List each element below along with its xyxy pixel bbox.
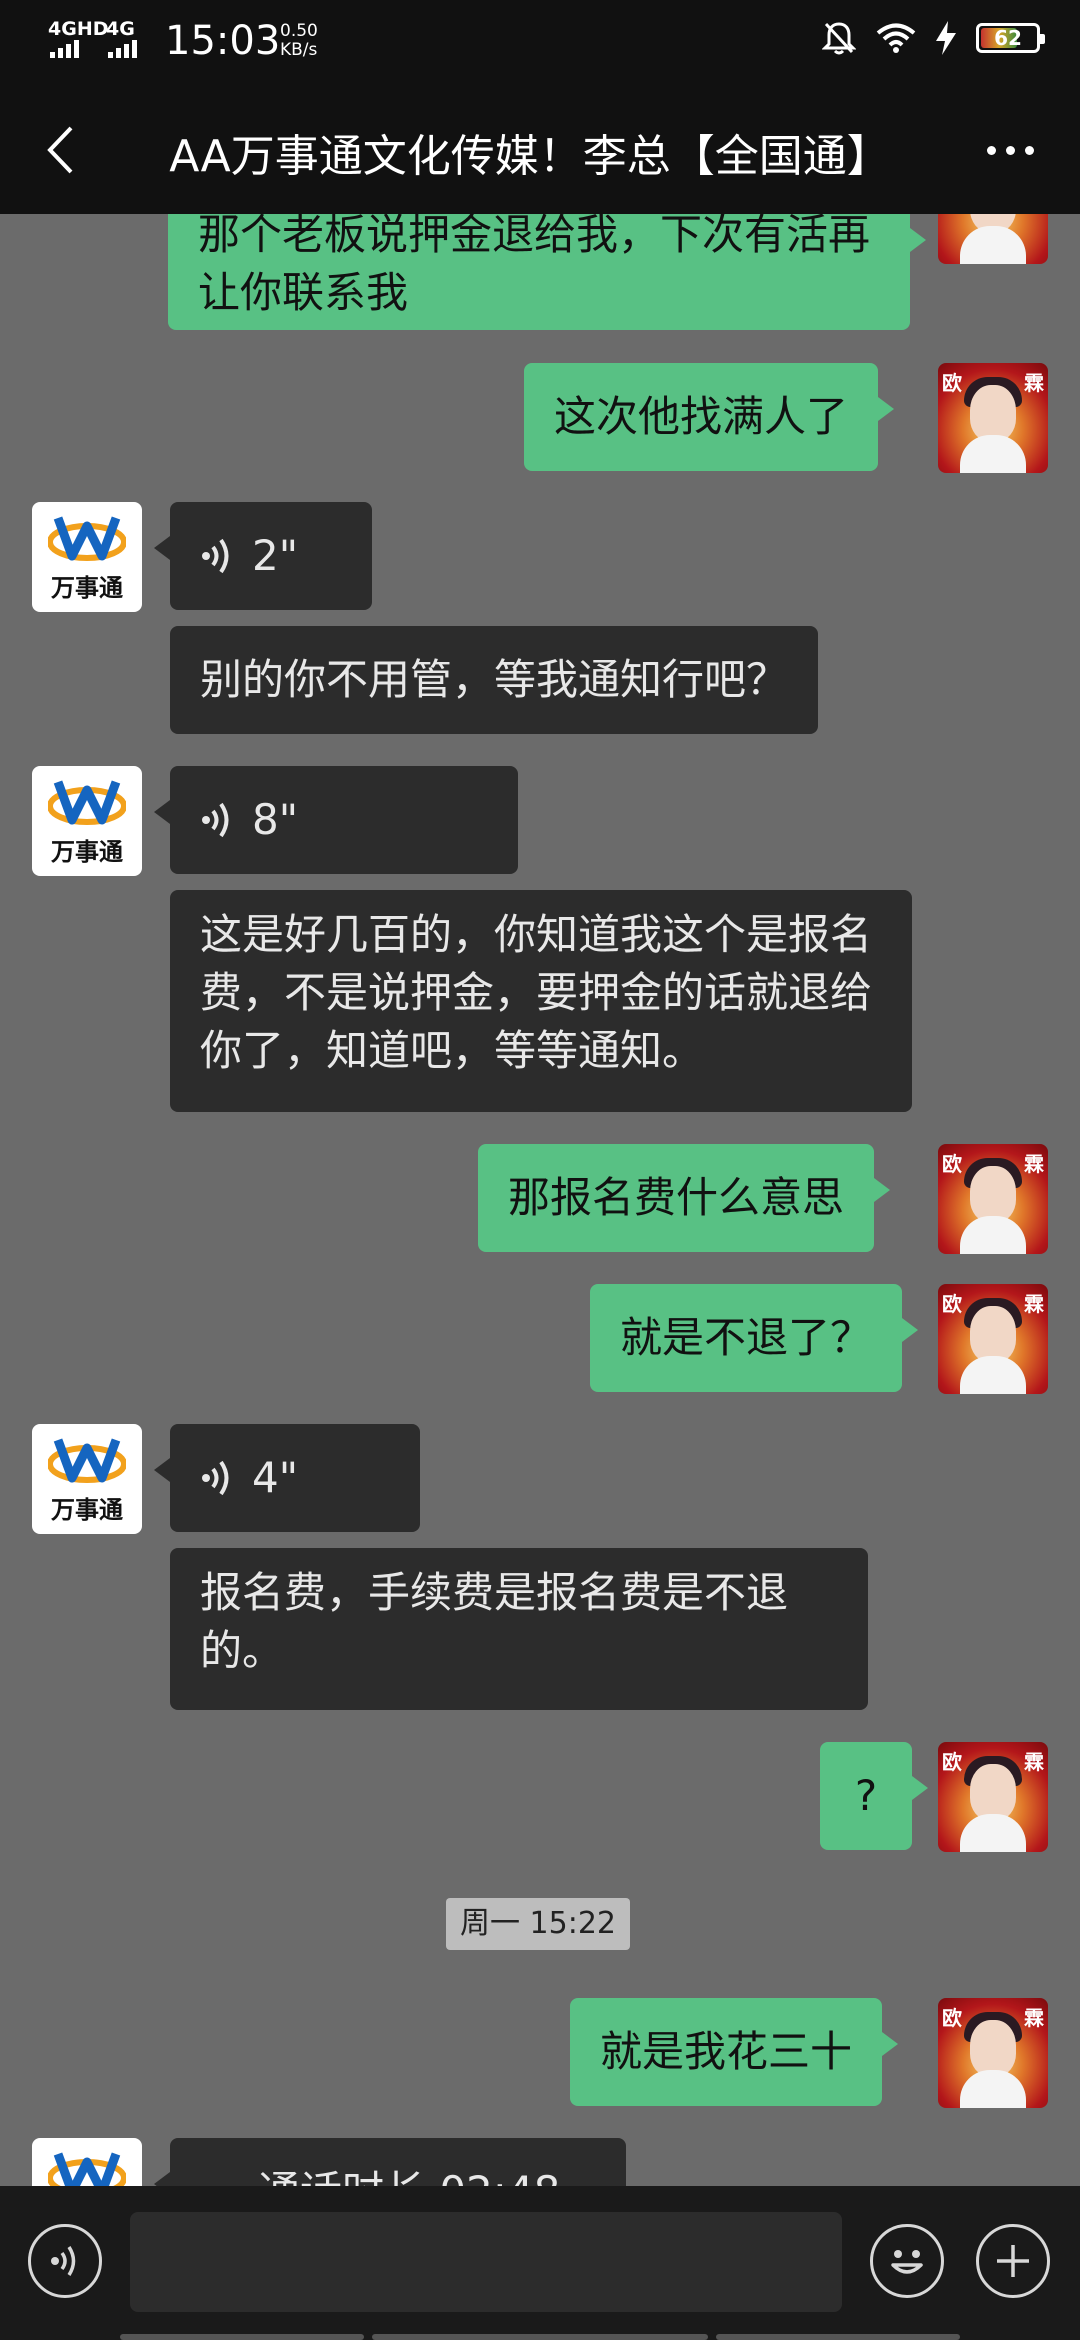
my-avatar[interactable]: 欧霖 xyxy=(938,1144,1048,1254)
contact-avatar[interactable]: 万事通 xyxy=(32,1424,142,1534)
phone-icon xyxy=(200,2172,240,2186)
status-clock: 15:03 xyxy=(165,18,281,64)
my-avatar[interactable]: 欧霖 xyxy=(938,1284,1048,1394)
message-bubble-incoming[interactable]: 报名费，手续费是报名费是不退的。 xyxy=(170,1548,868,1710)
nav-gesture-bar xyxy=(120,2334,364,2340)
message-bubble-outgoing[interactable]: 那个老板说押金退给我，下次有活再让你联系我 xyxy=(168,214,926,330)
my-avatar[interactable]: 欧霖 xyxy=(938,214,1048,264)
mute-bell-icon xyxy=(822,22,856,55)
voice-wave-icon xyxy=(202,1460,229,1496)
message-bubble-outgoing[interactable]: 那报名费什么意思 xyxy=(478,1144,891,1252)
voice-message[interactable]: 4" xyxy=(154,1424,420,1532)
more-button[interactable] xyxy=(970,118,1050,182)
message-bubble-outgoing[interactable]: 就是我花三十 xyxy=(570,1998,899,2106)
plus-button[interactable] xyxy=(976,2224,1050,2298)
my-avatar[interactable]: 欧霖 xyxy=(938,1742,1048,1852)
message-bubble-incoming[interactable]: 别的你不用管，等我通知行吧？ xyxy=(170,626,819,734)
timestamp-divider: 周一 15:22 xyxy=(446,1898,630,1950)
message-bubble-incoming[interactable]: 这是好几百的，你知道我这个是报名费，不是说押金，要押金的话就退给你了，知道吧，等… xyxy=(170,890,912,1112)
contact-avatar[interactable]: 万事通 xyxy=(32,766,142,876)
wanshitong-logo-icon xyxy=(48,1438,126,1483)
message-bubble-outgoing[interactable]: ? xyxy=(820,1742,928,1850)
wanshitong-logo-icon xyxy=(48,2152,126,2186)
nav-gesture-bar xyxy=(372,2334,708,2340)
signal-indicator: 4GHD 4G xyxy=(48,18,158,60)
signal-bars-icon xyxy=(108,40,137,58)
plus-icon xyxy=(997,2245,1029,2277)
signal-bars-icon xyxy=(50,40,79,58)
call-record-message[interactable]: 通话时长 02:48 xyxy=(154,2138,626,2186)
voice-duration: 8" xyxy=(252,795,299,844)
battery-icon: 62 xyxy=(976,23,1045,53)
voice-duration: 4" xyxy=(252,1453,299,1502)
chat-messages[interactable]: 那个老板说押金退给我，下次有活再让你联系我 欧霖 这次他找满人了 欧霖 万事通 … xyxy=(0,214,1080,2186)
chat-title: AA万事通文化传媒！李总【全国通】 xyxy=(169,131,891,182)
contact-avatar-text: 万事通 xyxy=(51,574,123,602)
status-bar: 4GHD 4G 15:03 0.50 KB/s 62 xyxy=(0,0,1080,84)
message-bubble-outgoing[interactable]: 这次他找满人了 xyxy=(524,363,895,471)
contact-avatar-text: 万事通 xyxy=(51,838,123,866)
contact-avatar-text: 万事通 xyxy=(51,1496,123,1524)
voice-input-button[interactable] xyxy=(28,2224,102,2298)
emoji-icon xyxy=(891,2250,923,2274)
message-input[interactable] xyxy=(130,2212,842,2312)
chevron-left-icon xyxy=(47,126,73,174)
emoji-button[interactable] xyxy=(870,2224,944,2298)
voice-wave-icon xyxy=(202,802,229,838)
contact-avatar[interactable]: 万事通 xyxy=(32,2138,142,2186)
wifi-icon xyxy=(876,23,916,53)
wanshitong-logo-icon xyxy=(48,780,126,825)
charging-bolt-icon xyxy=(936,21,956,55)
battery-level: 62 xyxy=(994,26,1022,50)
more-dots-icon xyxy=(986,145,996,155)
contact-avatar[interactable]: 万事通 xyxy=(32,502,142,612)
voice-message[interactable]: 2" xyxy=(154,502,372,610)
status-icons: 62 xyxy=(822,20,1045,56)
voice-message[interactable]: 8" xyxy=(154,766,518,874)
back-button[interactable] xyxy=(30,118,90,182)
voice-wave-icon xyxy=(202,538,229,574)
nav-gesture-bar xyxy=(716,2334,960,2340)
input-bar xyxy=(0,2186,1080,2340)
voice-input-icon xyxy=(51,2246,76,2276)
my-avatar[interactable]: 欧霖 xyxy=(938,1998,1048,2108)
wanshitong-logo-icon xyxy=(48,516,126,561)
voice-duration: 2" xyxy=(252,531,299,580)
network-speed-unit: KB/s xyxy=(280,40,318,60)
network-type-2: 4G xyxy=(106,18,135,40)
top-bar: 4GHD 4G 15:03 0.50 KB/s 62 AA万事通文化传媒！李总【… xyxy=(0,0,1080,214)
my-avatar[interactable]: 欧霖 xyxy=(938,363,1048,473)
network-speed: 0.50 KB/s xyxy=(280,22,318,60)
title-bar: AA万事通文化传媒！李总【全国通】 xyxy=(0,100,1080,200)
network-speed-value: 0.50 xyxy=(280,21,318,41)
network-type-1: 4GHD xyxy=(48,18,109,40)
call-duration: 通话时长 02:48 xyxy=(258,2163,560,2186)
message-bubble-outgoing[interactable]: 就是不退了？ xyxy=(590,1284,919,1392)
